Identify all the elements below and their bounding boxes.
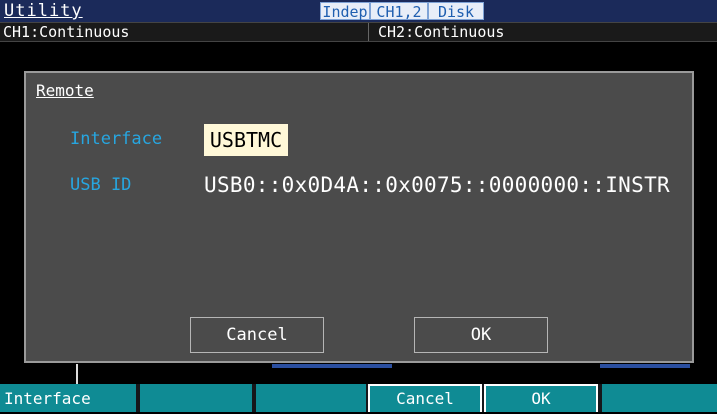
softkey-cancel[interactable]: Cancel [368,384,482,412]
tab-disk[interactable]: Disk [428,2,484,21]
background-indicator [272,364,392,368]
top-bar: Utility Indep CH1,2 Disk [0,0,717,22]
background-divider [76,364,78,384]
interface-label: Interface [70,129,163,149]
softkey-2[interactable] [140,384,252,412]
cancel-button[interactable]: Cancel [190,317,324,353]
usbid-value: USB0::0x0D4A::0x0075::0000000::INSTR [204,173,670,197]
remote-dialog: Remote Interface USBTMC USB ID USB0::0x0… [24,71,694,363]
ch1-status: CH1:Continuous [3,23,130,41]
dialog-title: Remote [36,81,94,100]
softkey-6[interactable] [602,384,717,412]
background-indicator [600,364,690,368]
channel-divider [368,23,369,41]
usbid-label: USB ID [70,175,132,195]
ch2-status: CH2:Continuous [378,23,505,41]
tab-indep[interactable]: Indep [320,2,370,21]
page-title: Utility [4,1,83,21]
softkey-3[interactable] [256,384,366,412]
softkey-ok[interactable]: OK [484,384,598,412]
ok-button[interactable]: OK [414,317,548,353]
softkey-bar: Interface Cancel OK [0,384,717,412]
channel-status-bar: CH1:Continuous CH2:Continuous [0,22,717,42]
tab-ch12[interactable]: CH1,2 [370,2,428,21]
softkey-interface[interactable]: Interface [0,384,136,412]
interface-field[interactable]: USBTMC [204,124,288,156]
